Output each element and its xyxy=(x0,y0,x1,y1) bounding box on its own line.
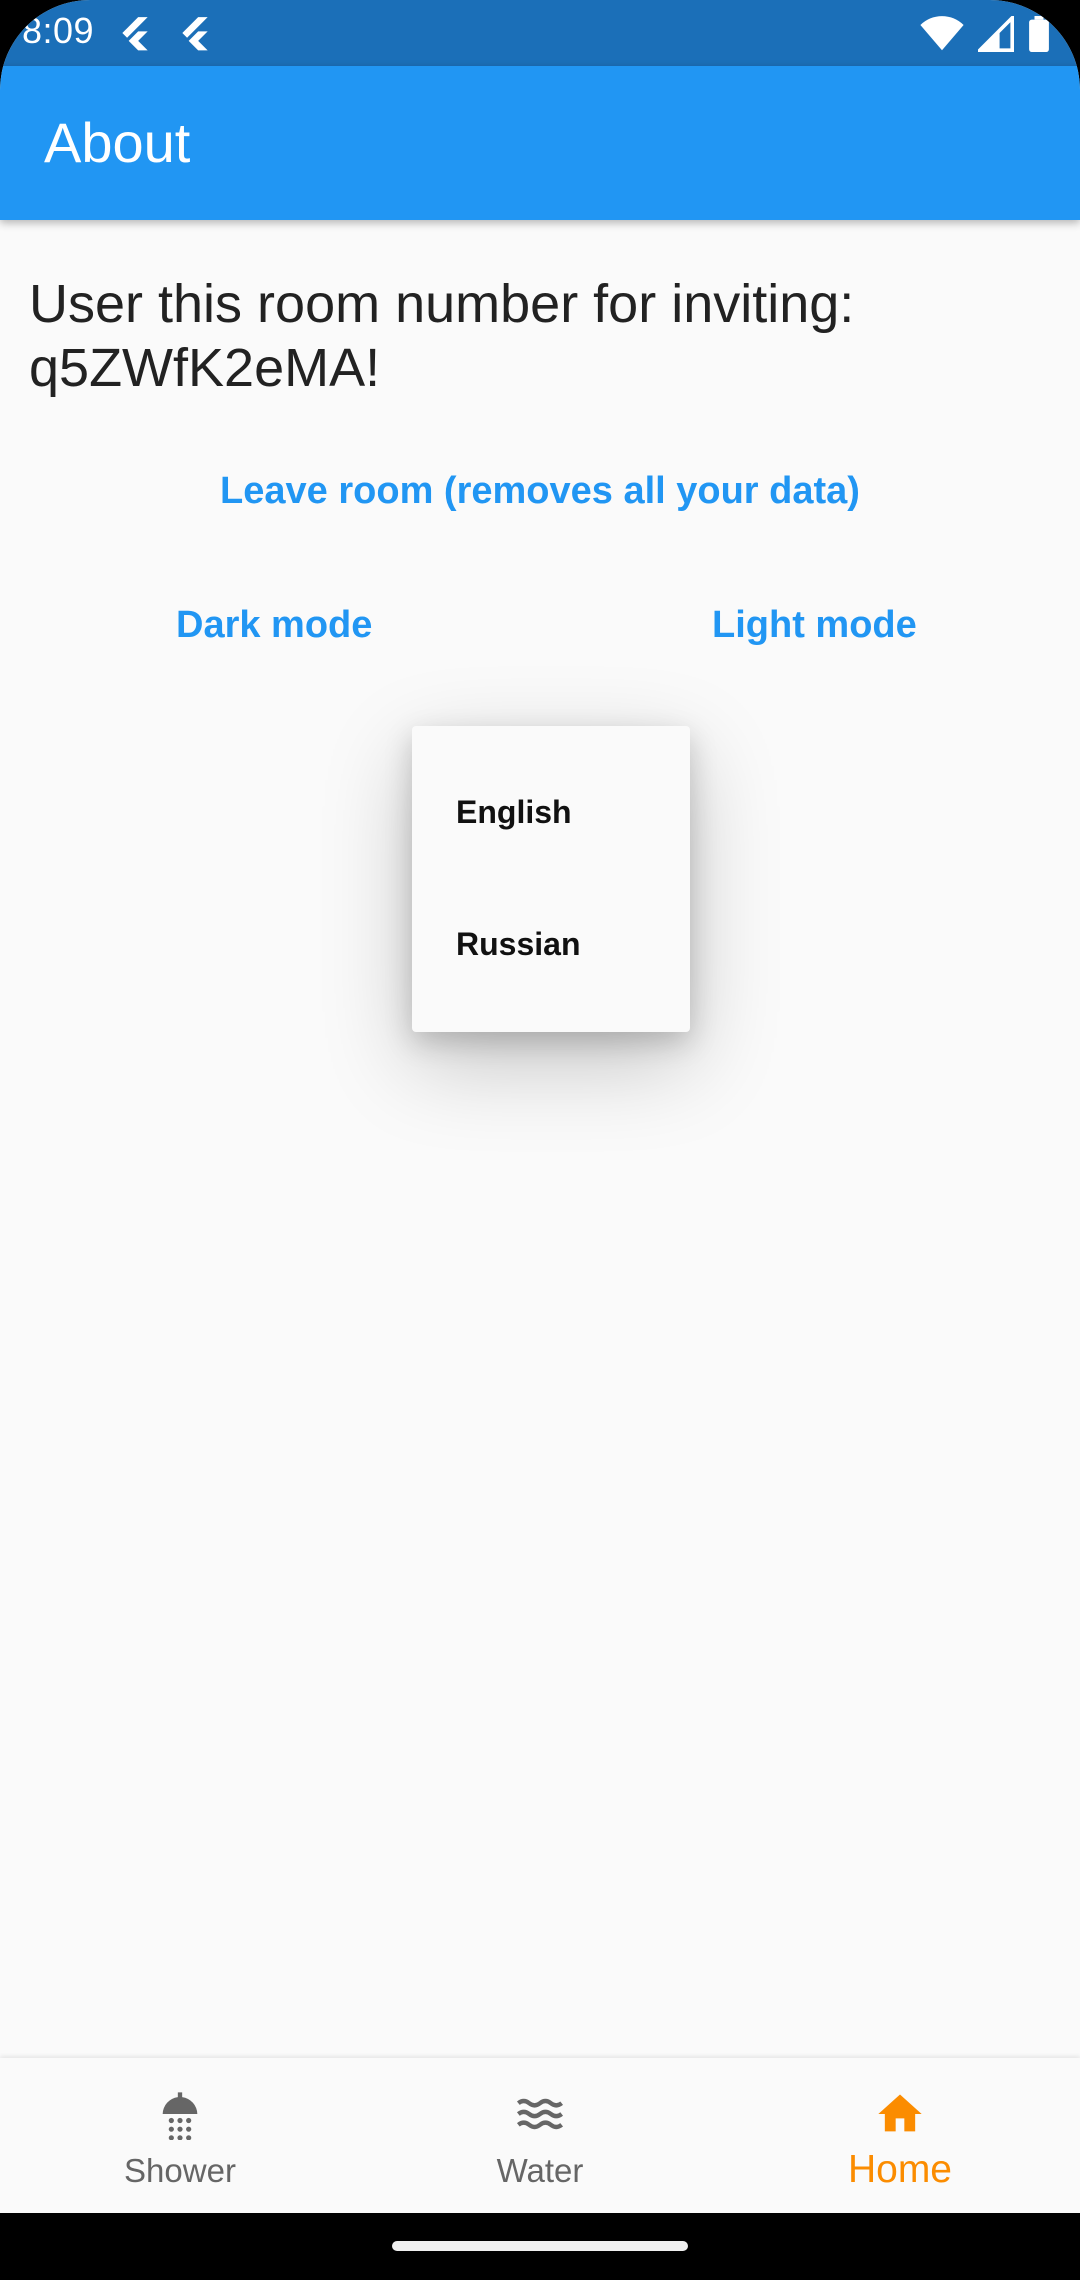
language-menu: English Russian xyxy=(412,726,690,1032)
app-bar: About xyxy=(0,66,1080,220)
status-bar: 8:09 xyxy=(0,0,1080,66)
status-time: 8:09 xyxy=(22,10,95,51)
nav-item-home[interactable]: Home xyxy=(720,2058,1080,2213)
flutter-icon xyxy=(182,17,208,51)
battery-icon xyxy=(1029,16,1049,52)
gesture-bar xyxy=(0,2213,1080,2280)
light-mode-button[interactable]: Light mode xyxy=(712,604,917,647)
language-option-english[interactable]: English xyxy=(456,794,572,831)
nav-label-shower: Shower xyxy=(124,2152,236,2189)
status-icons xyxy=(920,14,1050,54)
nav-label-home: Home xyxy=(847,2148,953,2191)
shower-icon xyxy=(162,2092,198,2140)
waves-icon xyxy=(516,2098,564,2130)
language-option-russian[interactable]: Russian xyxy=(456,926,580,963)
leave-room-button[interactable]: Leave room (removes all your data) xyxy=(0,470,1080,513)
room-code: q5ZWfK2eMA! xyxy=(29,338,381,398)
nav-label-water: Water xyxy=(496,2152,584,2189)
home-gesture-handle[interactable] xyxy=(392,2241,688,2251)
app-screen: 8:09 About User this room number for inv… xyxy=(0,0,1080,2280)
home-icon xyxy=(878,2094,922,2132)
wifi-icon xyxy=(920,16,964,51)
signal-icon xyxy=(978,16,1014,52)
flutter-icon xyxy=(122,17,148,51)
invite-message: User this room number for inviting: q5ZW… xyxy=(29,272,1049,400)
page-title: About xyxy=(44,111,191,174)
dark-mode-button[interactable]: Dark mode xyxy=(176,604,372,647)
nav-item-water[interactable]: Water xyxy=(360,2058,720,2213)
nav-item-shower[interactable]: Shower xyxy=(0,2058,360,2213)
invite-line: User this room number for inviting: xyxy=(29,274,855,334)
bottom-navigation: Shower Water Home xyxy=(0,2058,1080,2213)
